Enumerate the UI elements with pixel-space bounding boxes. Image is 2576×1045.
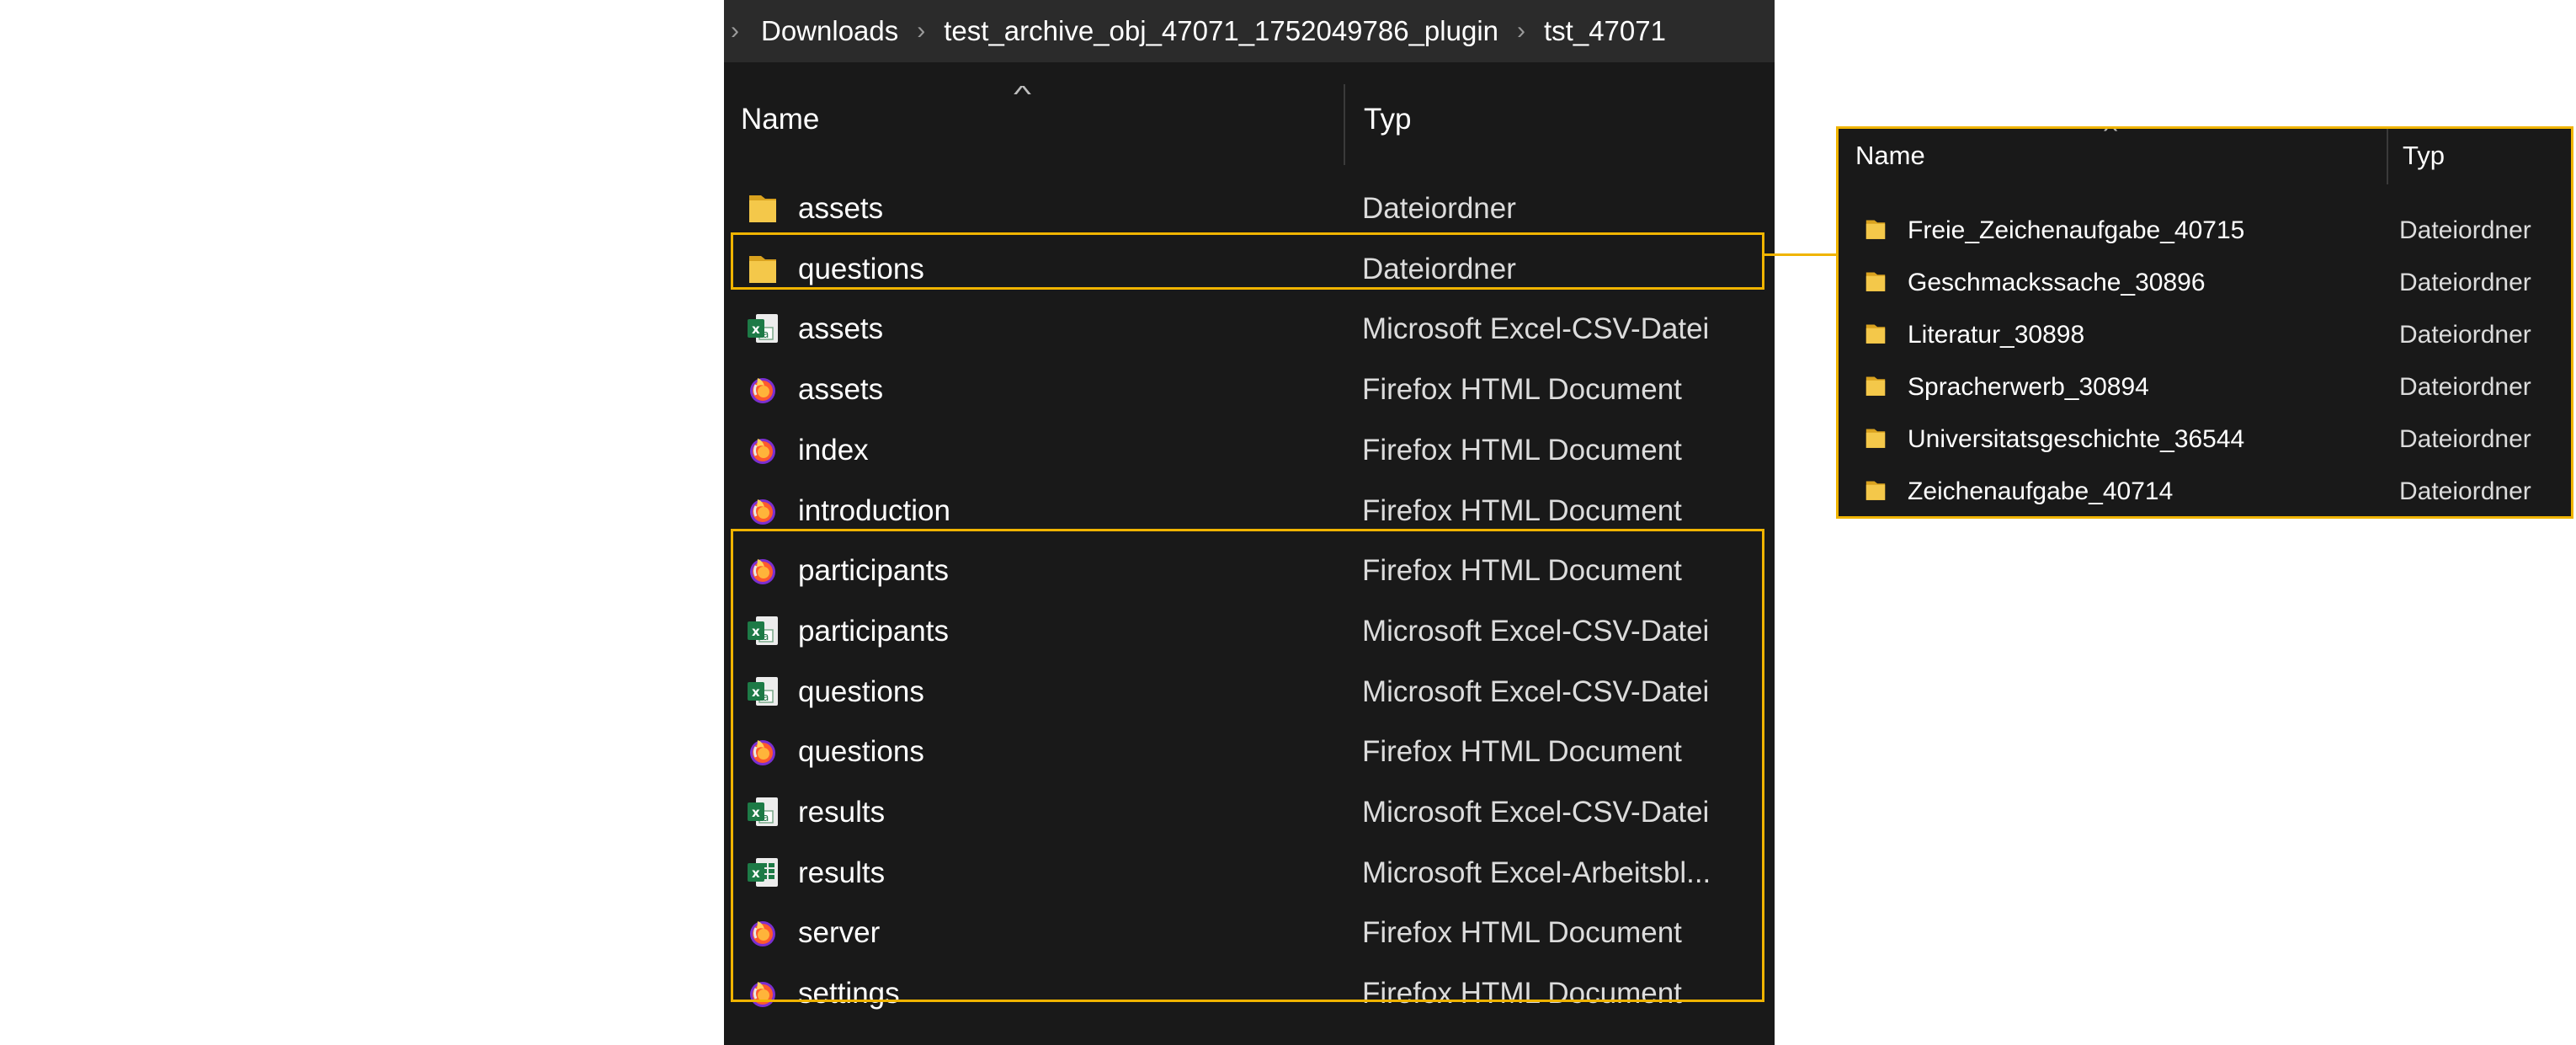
breadcrumb: › Downloads › test_archive_obj_47071_175…	[724, 0, 1775, 62]
file-row[interactable]: index Firefox HTML Document	[724, 420, 1775, 479]
subfolder-type: Dateiordner	[2399, 373, 2531, 401]
breadcrumb-archive-folder[interactable]: test_archive_obj_47071_1752049786_plugin	[944, 15, 1498, 47]
sort-ascending-icon: ^	[2103, 126, 2118, 141]
subfolder-name: Geschmackssache_30896	[1908, 269, 2206, 296]
folder-icon	[1864, 371, 1887, 400]
chevron-right-icon[interactable]: ›	[1517, 17, 1525, 45]
column-divider[interactable]	[2387, 129, 2388, 184]
subfolder-row[interactable]: Freie_Zeichenaufgabe_40715 Dateiordner	[1839, 205, 2571, 255]
highlight-connector-line	[1764, 253, 1836, 256]
subfolder-row[interactable]: Geschmackssache_30896 Dateiordner	[1839, 257, 2571, 307]
column-header-type[interactable]: Typ	[1364, 103, 1411, 136]
file-type: Firefox HTML Document	[1362, 493, 1682, 527]
subfolder-type: Dateiordner	[2399, 269, 2531, 296]
file-name: assets	[798, 373, 884, 407]
subfolder-name: Universitatsgeschichte_36544	[1908, 425, 2245, 453]
subfolder-name: Literatur_30898	[1908, 321, 2085, 349]
firefox-icon	[746, 371, 780, 407]
file-type: Firefox HTML Document	[1362, 373, 1682, 407]
file-row[interactable]: assets Dateiordner	[724, 179, 1775, 237]
folder-icon	[1864, 267, 1887, 296]
file-name: assets	[798, 312, 884, 346]
subfolder-name: Spracherwerb_30894	[1908, 373, 2149, 401]
folder-icon	[1864, 476, 1887, 504]
subfolder-name: Freie_Zeichenaufgabe_40715	[1908, 216, 2245, 244]
folder-icon	[1864, 424, 1887, 452]
column-header-name[interactable]: Name	[741, 103, 819, 136]
subfolder-type: Dateiordner	[2399, 216, 2531, 244]
highlight-questions-folder	[731, 232, 1764, 290]
file-row[interactable]: a x assets Microsoft Excel-CSV-Datei	[724, 299, 1775, 358]
subfolder-type: Dateiordner	[2399, 425, 2531, 453]
excel-csv-icon: ax	[746, 311, 780, 346]
file-type: Microsoft Excel-CSV-Datei	[1362, 312, 1710, 346]
file-type: Firefox HTML Document	[1362, 433, 1682, 467]
file-type: Dateiordner	[1362, 192, 1516, 225]
subfolder-type: Dateiordner	[2399, 321, 2531, 349]
column-divider[interactable]	[1344, 84, 1345, 165]
chevron-right-icon[interactable]: ›	[731, 17, 739, 45]
file-name: assets	[798, 192, 884, 225]
svg-text:x: x	[752, 322, 760, 337]
firefox-icon	[746, 493, 780, 528]
highlight-group-files	[731, 529, 1764, 1002]
file-row[interactable]: assets Firefox HTML Document	[724, 360, 1775, 419]
subfolder-contents-panel: ^ Name Typ Freie_Zeichenaufgabe_40715 Dat…	[1836, 126, 2573, 519]
breadcrumb-tst-folder[interactable]: tst_47071	[1544, 15, 1666, 47]
subfolder-row[interactable]: Spracherwerb_30894 Dateiordner	[1839, 361, 2571, 412]
chevron-right-icon[interactable]: ›	[917, 17, 925, 45]
subfolder-type: Dateiordner	[2399, 477, 2531, 505]
firefox-icon	[746, 432, 780, 467]
folder-icon	[1864, 319, 1887, 348]
subfolder-row[interactable]: Universitatsgeschichte_36544 Dateiordner	[1839, 413, 2571, 464]
file-name: introduction	[798, 493, 950, 527]
sort-ascending-icon: ^	[1014, 81, 1032, 107]
column-header-type[interactable]: Typ	[2403, 141, 2445, 171]
column-header-name[interactable]: Name	[1855, 141, 1925, 171]
breadcrumb-downloads[interactable]: Downloads	[761, 15, 898, 47]
file-name: index	[798, 433, 869, 467]
column-header-row: ^ Name Typ	[724, 76, 1775, 167]
folder-icon	[1864, 215, 1887, 243]
subfolder-row[interactable]: Zeichenaufgabe_40714 Dateiordner	[1839, 466, 2571, 516]
subfolder-row[interactable]: Literatur_30898 Dateiordner	[1839, 309, 2571, 360]
subfolder-name: Zeichenaufgabe_40714	[1908, 477, 2174, 505]
folder-icon	[746, 190, 780, 226]
